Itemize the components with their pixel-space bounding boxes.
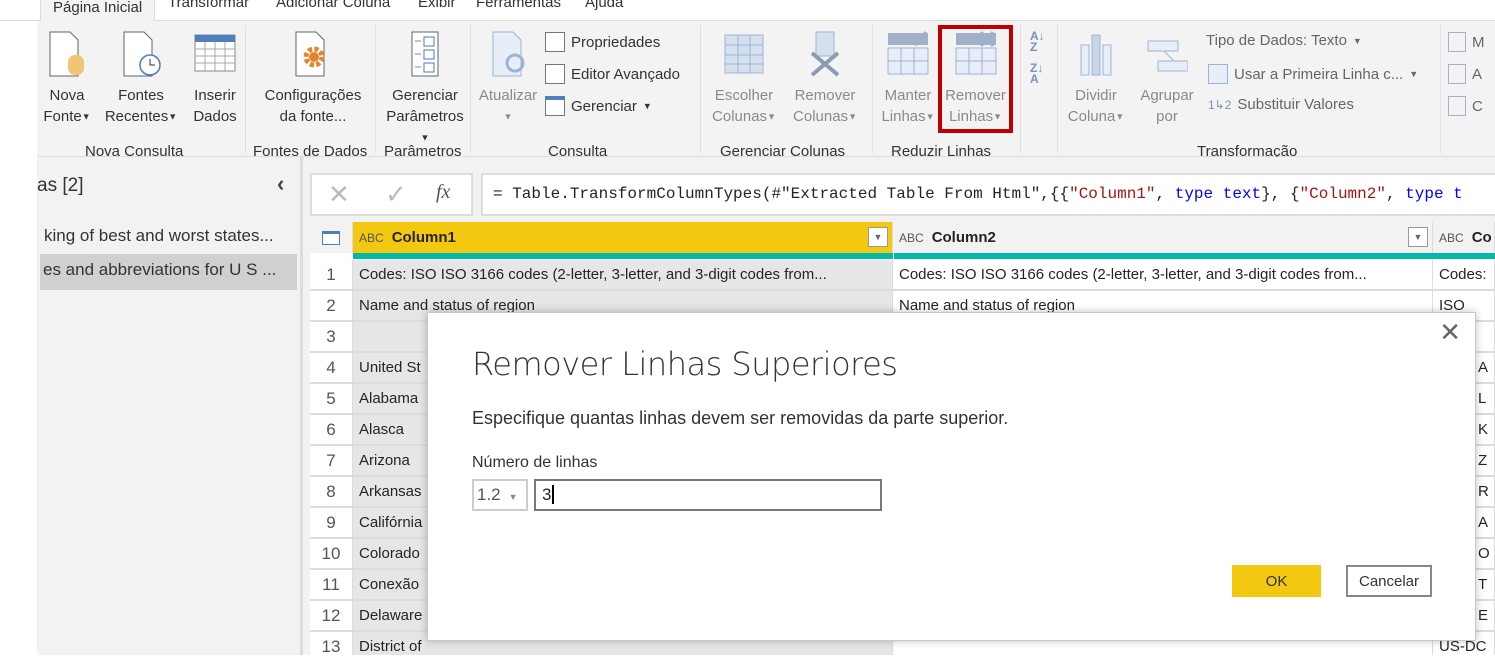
dialog-title: Remover Linhas Superiores <box>472 345 898 383</box>
query-item[interactable]: king of best and worst states... <box>44 226 274 246</box>
row-number[interactable]: 3 <box>310 322 353 351</box>
cell-column1[interactable]: Codes: ISO ISO 3166 codes (2-letter, 3-l… <box>353 260 893 289</box>
dividir-coluna-button[interactable]: Dividir Coluna▼ <box>1063 31 1129 128</box>
escolher-colunas-button[interactable]: Escolher Colunas▼ <box>707 31 781 128</box>
row-number[interactable]: 13 <box>310 632 353 655</box>
merge-partial-button[interactable]: M <box>1448 32 1485 52</box>
column-filter-dropdown[interactable]: ▼ <box>1408 227 1428 247</box>
text-type-icon[interactable]: ABC <box>359 231 384 245</box>
row-number[interactable]: 2 <box>310 291 353 320</box>
column-filter-dropdown[interactable]: ▼ <box>868 227 888 247</box>
tab-transformar[interactable]: Transformar <box>168 0 249 11</box>
confirm-formula-icon[interactable]: ✓ <box>385 179 407 210</box>
row-count-input[interactable]: 3 <box>534 479 882 511</box>
manage-table-icon <box>545 96 565 116</box>
properties-icon <box>545 32 565 52</box>
editor-avancado-button[interactable]: Editor Avançado <box>545 64 680 84</box>
dialog-description: Especifique quantas linhas devem ser rem… <box>472 408 1009 428</box>
recent-sources-icon <box>123 31 161 77</box>
formula-buttons: ✕ ✓ fx <box>310 173 473 216</box>
text-type-icon[interactable]: ABC <box>899 231 924 245</box>
table-menu-icon[interactable] <box>310 222 353 253</box>
table-icon <box>194 34 236 72</box>
row-number[interactable]: 4 <box>310 353 353 382</box>
row-number[interactable]: 8 <box>310 477 353 506</box>
row-number[interactable]: 10 <box>310 539 353 568</box>
column-quality-bar <box>894 253 1434 259</box>
gerenciar-button[interactable]: Gerenciar ▼ <box>545 96 652 116</box>
cell-column3[interactable]: Codes: <box>1433 260 1495 289</box>
field-label: Número de linhas <box>472 454 598 471</box>
column-header-column3[interactable]: ABC Co <box>1433 222 1495 253</box>
agrupar-por-button[interactable]: Agrupar por <box>1135 31 1199 127</box>
row-number[interactable]: 11 <box>310 570 353 599</box>
row-number[interactable]: 7 <box>310 446 353 475</box>
combine-partial-button[interactable]: C <box>1448 96 1483 116</box>
append-partial-button[interactable]: A <box>1448 64 1482 84</box>
row-number[interactable]: 12 <box>310 601 353 630</box>
tab-pagina-inicial[interactable]: Página Inicial <box>40 0 156 21</box>
row-number[interactable]: 9 <box>310 508 353 537</box>
column-quality-bar <box>1434 253 1495 259</box>
merge-icon <box>1448 32 1466 52</box>
formula-input[interactable]: = Table.TransformColumnTypes(#"Extracted… <box>481 173 1495 216</box>
collapse-chevron-icon[interactable]: ‹ <box>277 171 284 197</box>
manter-linhas-button[interactable]: Manter Linhas▼ <box>879 31 937 128</box>
type-select[interactable]: 1.2 ▼ <box>472 479 528 511</box>
replace-values-icon: 1↳2 <box>1208 97 1232 112</box>
configuracoes-fonte-button[interactable]: Configurações da fonte... <box>257 31 369 127</box>
cell-column2[interactable]: Codes: ISO ISO 3166 codes (2-letter, 3-l… <box>893 260 1433 289</box>
choose-columns-icon <box>724 34 764 74</box>
new-source-icon <box>49 31 84 77</box>
remove-columns-icon <box>810 31 840 77</box>
propriedades-button[interactable]: Propriedades <box>545 32 660 52</box>
cancel-formula-icon[interactable]: ✕ <box>328 179 350 210</box>
append-icon <box>1448 64 1466 84</box>
fontes-recentes-button[interactable]: Fontes Recentes▼ <box>103 31 179 128</box>
query-item-selected[interactable]: es and abbreviations for U S ... <box>40 254 297 290</box>
group-by-icon <box>1147 40 1188 72</box>
remove-top-rows-dialog: ✕ Remover Linhas Superiores Especifique … <box>427 312 1476 641</box>
cancel-button[interactable]: Cancelar <box>1346 565 1432 597</box>
queries-title: as [2] <box>37 175 84 196</box>
keep-rows-icon <box>887 31 929 75</box>
usar-primeira-linha-button[interactable]: Usar a Primeira Linha c... ▼ <box>1208 64 1418 84</box>
remover-colunas-button[interactable]: Remover Colunas▼ <box>787 31 863 128</box>
ribbon: Nova Fonte▼ Fontes Recentes▼ Inserir Dados … <box>37 21 1495 160</box>
remover-linhas-button[interactable]: Remover Linhas▼ <box>938 25 1013 133</box>
advanced-editor-icon <box>545 64 565 84</box>
table-row: 1 Codes: ISO ISO 3166 codes (2-letter, 3… <box>310 260 1495 291</box>
atualizar-button[interactable]: Atualizar ▼ <box>475 31 541 128</box>
combine-icon <box>1448 96 1466 116</box>
ok-button[interactable]: OK <box>1232 565 1321 597</box>
row-number[interactable]: 6 <box>310 415 353 444</box>
sort-ascending-icon[interactable]: A↓ Z <box>1030 30 1045 53</box>
header-row-icon <box>1208 64 1228 84</box>
refresh-icon <box>492 31 525 77</box>
tipo-dados-dropdown[interactable]: Tipo de Dados: Texto ▼ <box>1206 32 1362 49</box>
queries-pane: as [2] ‹ king of best and worst states..… <box>37 157 300 655</box>
column-header-column2[interactable]: ABC Column2 ▼ <box>893 222 1433 253</box>
tab-exibir[interactable]: Exibir <box>418 0 456 11</box>
parameters-icon <box>411 31 439 77</box>
nova-fonte-button[interactable]: Nova Fonte▼ <box>42 31 92 128</box>
column-quality-bar <box>353 253 893 259</box>
split-column-icon <box>1080 34 1112 76</box>
row-number[interactable]: 1 <box>310 260 353 289</box>
sort-descending-icon[interactable]: Z↓ A <box>1030 62 1043 85</box>
tab-ferramentas[interactable]: Ferramentas <box>476 0 561 11</box>
text-type-icon[interactable]: ABC <box>1439 231 1464 245</box>
row-number[interactable]: 5 <box>310 384 353 413</box>
gerenciar-parametros-button[interactable]: Gerenciar Parâmetros ▼ <box>382 31 468 149</box>
tab-ajuda[interactable]: Ajuda <box>585 0 623 11</box>
source-settings-icon <box>295 31 325 77</box>
close-icon[interactable]: ✕ <box>1439 317 1461 348</box>
fx-icon[interactable]: fx <box>436 181 450 204</box>
inserir-dados-button[interactable]: Inserir Dados <box>189 31 241 127</box>
substituir-valores-button[interactable]: 1↳2 Substituir Valores <box>1208 96 1354 113</box>
tab-adicionar-coluna[interactable]: Adicionar Coluna <box>276 0 390 11</box>
remove-rows-icon <box>955 31 996 75</box>
ribbon-tabs: Página Inicial Transformar Adicionar Col… <box>0 0 1495 21</box>
column-header-column1[interactable]: ABC Column1 ▼ <box>353 222 893 253</box>
